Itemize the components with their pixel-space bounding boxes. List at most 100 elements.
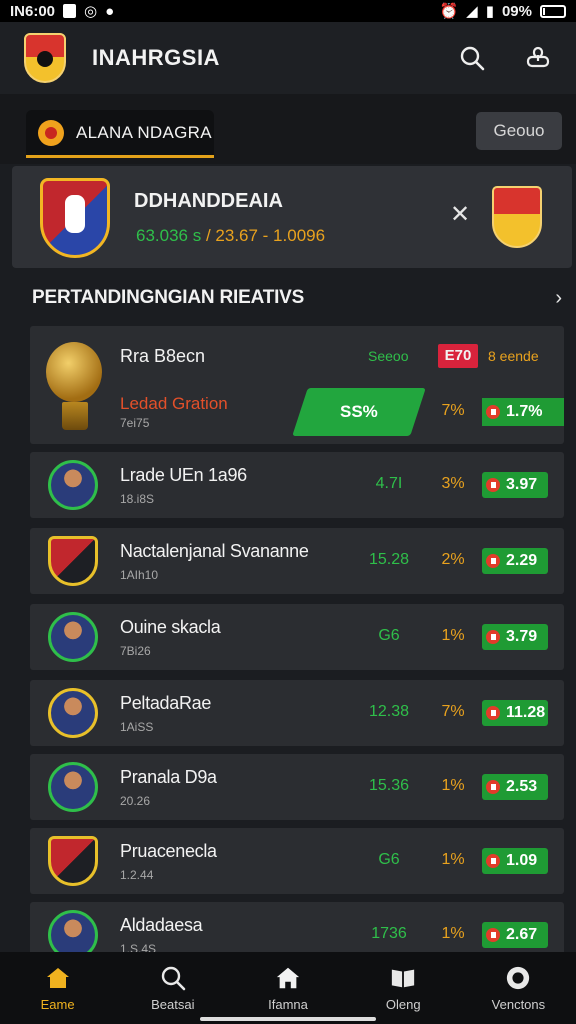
featured-label: Seeoo [368,348,409,364]
sync-icon: ◎ [84,3,98,20]
app-logo [24,33,66,83]
profile-icon [505,965,531,991]
status-bar: IN6:00 ◎ ● ⏰ ◢ ▮ 09% [0,0,576,22]
featured-extra: 8 eende [488,348,539,364]
opponent-crest-icon [492,186,542,248]
odds-pill[interactable]: 2.29 [482,548,548,574]
match-stat-b: 23.67 - 1.0096 [215,226,326,245]
team-shield-icon [40,178,110,258]
odds-pill-value: 2.53 [506,778,538,795]
nav-item-search[interactable]: Beatsai [115,952,230,1024]
league-tabs: ALANA NDAGRA Geouo [0,94,576,164]
group-button[interactable]: Geouo [476,112,562,150]
item-odds: 15.28 [368,551,410,568]
nav-item-profile[interactable]: Venctons [461,952,576,1024]
list-item[interactable]: Pranala D9a 20.26 15.36 1% 2.53 [30,754,564,820]
item-sub: 20.26 [120,794,151,808]
ball-icon [486,928,500,942]
odds-pill-value: 3.97 [506,476,538,493]
ball-icon [486,630,500,644]
odds-pill[interactable]: 11.28 [482,700,548,726]
odds-pill[interactable]: 1.09 [482,848,548,874]
item-name: Pruacenecla [120,841,217,861]
nav-label: Venctons [491,996,546,1012]
odds-pill-value: 1.09 [506,852,538,869]
bottom-navigation: Eame Beatsai Ifamna Oleng Venctons [0,952,576,1024]
item-odds: G6 [378,851,400,868]
odds-pill[interactable]: 2.53 [482,774,548,800]
item-name: PeltadaRae [120,693,212,713]
battery-icon [540,4,566,18]
item-sub: 18.i8S [120,492,155,506]
item-pct: 7% [441,703,465,720]
odds-pill[interactable]: 3.97 [482,472,548,498]
item-odds: 15.36 [368,777,410,794]
item-name: Pranala D9a [120,767,217,787]
ball-icon [486,854,500,868]
item-odds: 1736 [371,925,407,942]
battery-percent: 09% [501,2,532,20]
item-name: Aldadaesa [120,915,203,935]
ball-icon [486,780,500,794]
featured-name: Rra B8ecn [120,346,206,366]
match-stat-a: 63.036 s [136,226,202,245]
match-card[interactable]: DDHANDDEAIA 63.036 s / 23.67 - 1.0096 ✕ [12,166,572,268]
featured-bar[interactable]: SS% [292,388,426,436]
featured-row[interactable]: Rra B8ecn Seeoo E70 8 eende Ledad Gratio… [30,326,564,444]
user-switch-icon [526,46,550,68]
match-stats: 63.036 s / 23.67 - 1.0096 [136,226,325,246]
nav-label: Eame [40,996,75,1012]
item-sub: 1AIh10 [120,568,159,582]
club-shield-icon [48,836,98,886]
list-item[interactable]: Nactalenjanal Svananne 1AIh10 15.28 2% 2… [30,528,564,594]
nav-label: Ifamna [268,996,308,1012]
list-item[interactable]: Lrade UEn 1a96 18.i8S 4.7I 3% 3.97 [30,452,564,518]
home-indicator[interactable] [200,1017,376,1021]
chevron-right-icon: › [555,286,562,309]
signal-icon: ▮ [485,3,494,20]
trophy-icon [46,342,102,402]
ball-icon [486,554,500,568]
nav-item-house[interactable]: Ifamna [230,952,345,1024]
item-pct: 1% [441,851,465,868]
featured-badge: E70 [438,344,478,368]
list-item[interactable]: Pruacenecla 1.2.44 G6 1% 1.09 [30,828,564,894]
player-avatar [48,762,98,812]
account-button[interactable] [524,44,552,72]
featured-bar-value: SS% [340,402,378,421]
player-avatar [48,460,98,510]
house-icon [275,965,301,991]
item-sub: 1.2.44 [120,868,154,882]
featured-pill[interactable]: 1.7% [482,398,564,426]
list-item[interactable]: Ouine skacla 7Bi26 G6 1% 3.79 [30,604,564,670]
league-icon [38,119,64,146]
search-button[interactable] [458,44,486,72]
section-header[interactable]: PERTANDINGNGIAN RIEATIVS › [32,284,562,312]
odds-pill-value: 2.67 [506,926,538,943]
item-odds: G6 [378,627,400,644]
odds-pill-value: 3.79 [506,628,538,645]
section-title: PERTANDINGNGIAN RIEATIVS [32,287,305,308]
close-icon[interactable]: ✕ [450,200,470,229]
wifi-icon: ◢ [466,3,478,20]
odds-pill[interactable]: 2.67 [482,922,548,948]
odds-pill[interactable]: 3.79 [482,624,548,650]
alert-icon: ● [105,2,115,20]
item-name: Lrade UEn 1a96 [120,465,247,485]
featured-pct: 7% [441,402,465,419]
nav-item-home[interactable]: Eame [0,952,115,1024]
alarm-icon: ⏰ [439,3,459,20]
tab-league[interactable]: ALANA NDAGRA [26,110,214,158]
nav-item-book[interactable]: Oleng [346,952,461,1024]
nav-label: Beatsai [151,996,195,1012]
featured-pill-value: 1.7% [506,403,543,420]
odds-pill-value: 11.28 [506,704,546,721]
item-name: Nactalenjanal Svananne [120,541,309,561]
nav-label: Oleng [385,996,421,1012]
item-sub: 1AiSS [120,720,154,734]
player-avatar [48,612,98,662]
ball-icon [486,478,500,492]
search-icon [460,46,485,71]
notification-icon [63,4,77,18]
list-item[interactable]: PeltadaRae 1AiSS 12.38 7% 11.28 [30,680,564,746]
